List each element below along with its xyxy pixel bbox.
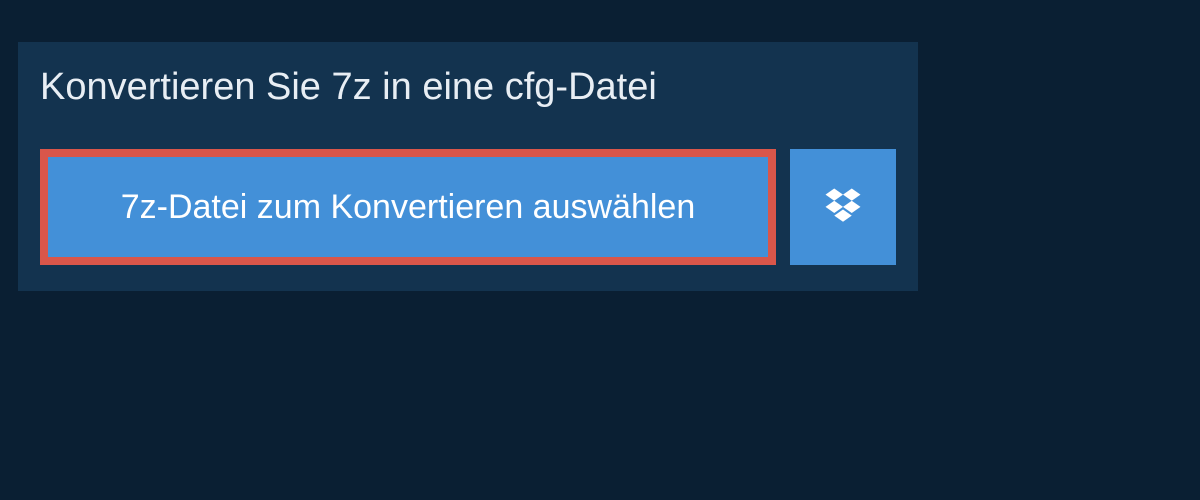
page-title: Konvertieren Sie 7z in eine cfg-Datei: [40, 66, 657, 109]
button-row: 7z-Datei zum Konvertieren auswählen: [18, 129, 918, 291]
title-bar: Konvertieren Sie 7z in eine cfg-Datei: [18, 42, 689, 129]
converter-panel: Konvertieren Sie 7z in eine cfg-Datei 7z…: [18, 42, 918, 291]
select-file-button[interactable]: 7z-Datei zum Konvertieren auswählen: [48, 157, 768, 257]
highlight-frame: 7z-Datei zum Konvertieren auswählen: [40, 149, 776, 265]
dropbox-icon: [822, 185, 864, 230]
dropbox-button[interactable]: [790, 149, 896, 265]
select-file-label: 7z-Datei zum Konvertieren auswählen: [121, 188, 696, 227]
